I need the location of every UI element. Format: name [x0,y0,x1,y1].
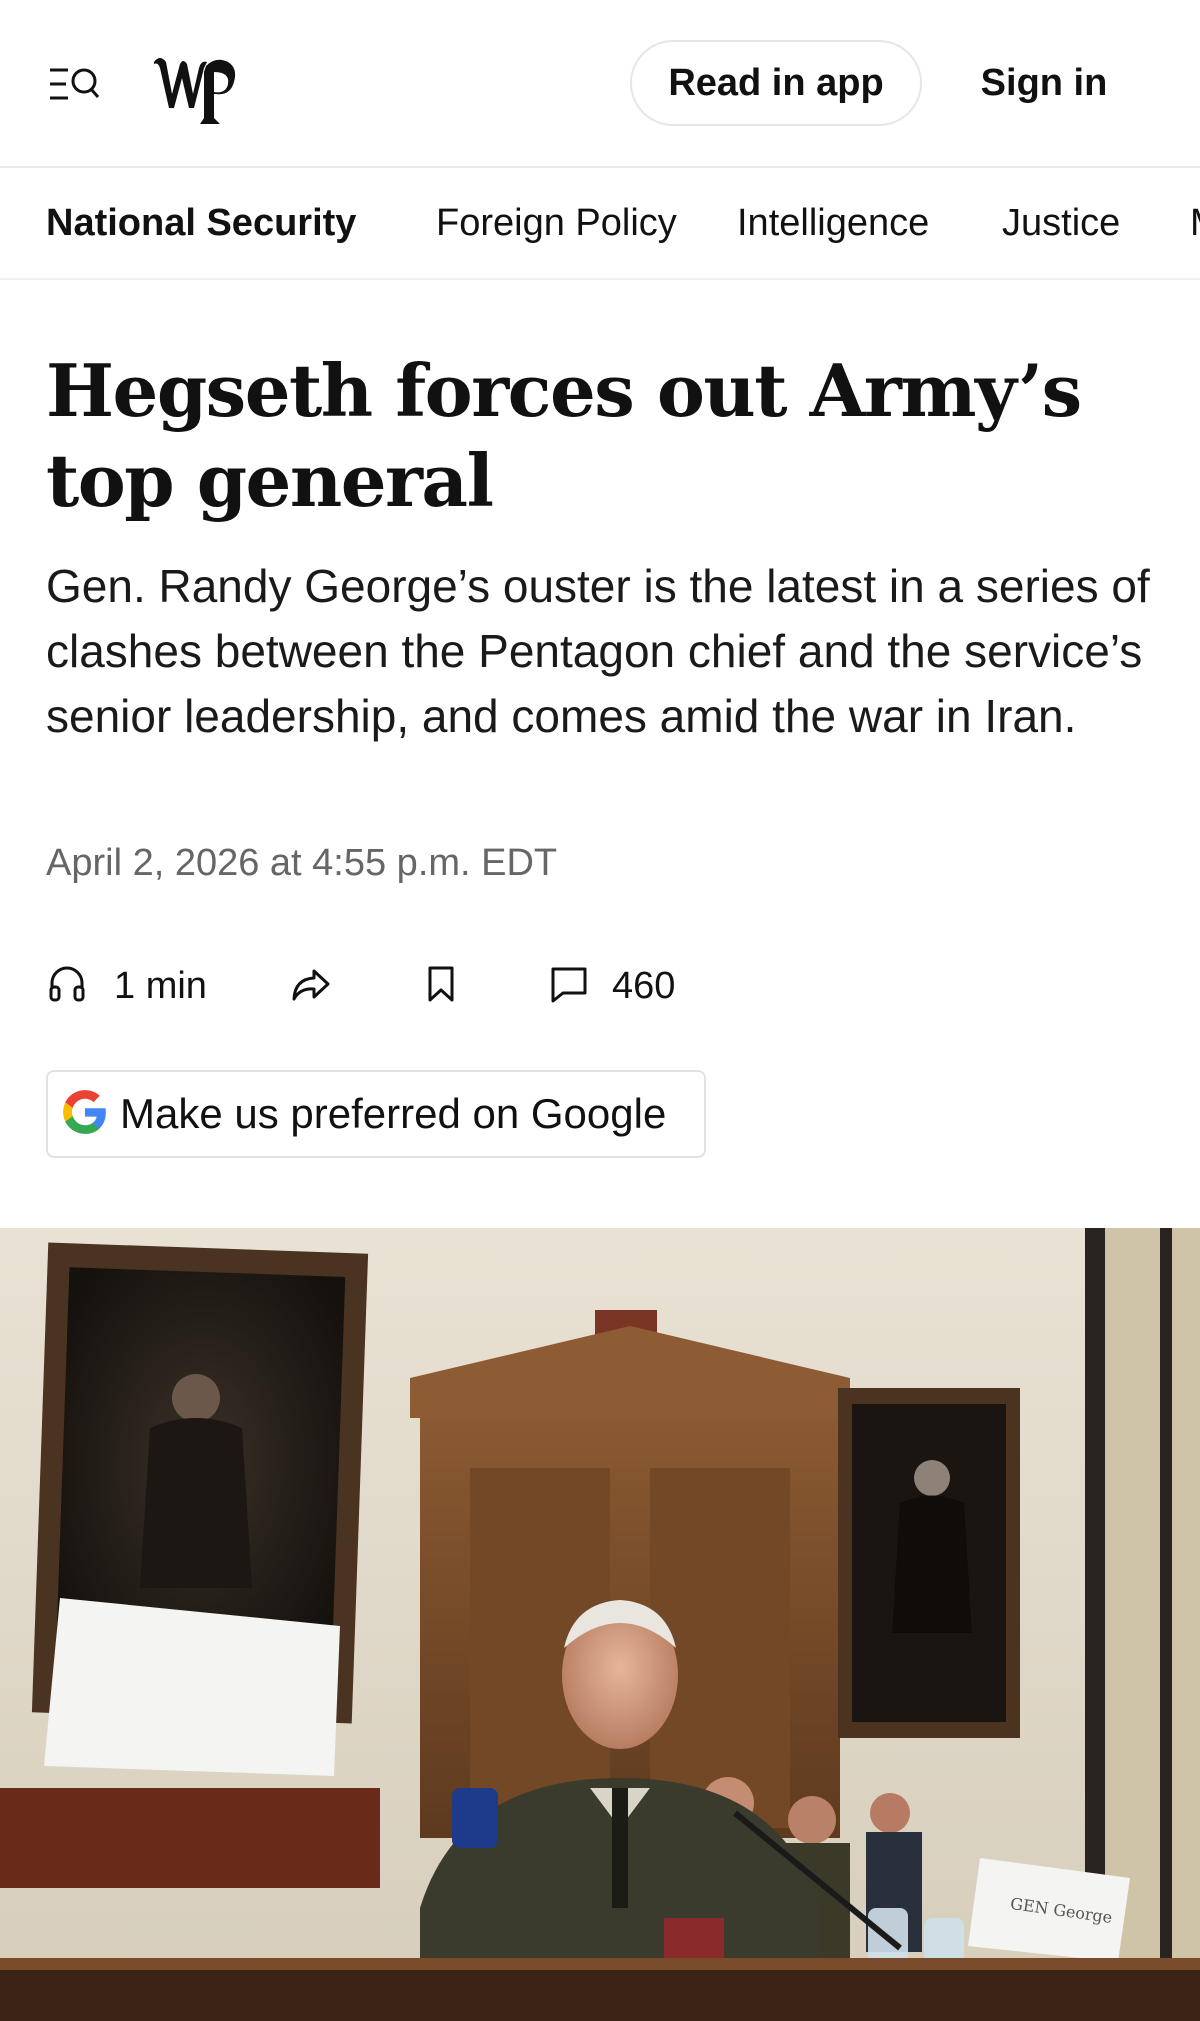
nav-item-intelligence[interactable]: Intelligence [737,168,929,278]
lead-photo[interactable]: GEN George [0,1228,1200,2021]
article-timestamp: April 2, 2026 at 4:55 p.m. EDT [46,842,558,884]
headphones-icon [46,963,88,1010]
nav-item-national-security[interactable]: National Security [46,168,356,278]
share-icon [290,963,332,1010]
section-nav: National Security Foreign Policy Intelli… [0,168,1200,280]
nav-item-justice[interactable]: Justice [1002,168,1120,278]
google-preferred-label: Make us preferred on Google [120,1090,667,1137]
nav-item-overflow[interactable]: M [1190,168,1200,278]
comment-icon [548,963,590,1010]
listen-duration: 1 min [114,964,207,1007]
article-headline: Hegseth forces out Army’s top general [46,348,1082,523]
save-button[interactable] [420,956,462,1016]
google-g-icon [48,1087,110,1142]
washington-post-logo[interactable] [150,44,240,124]
article-dek: Gen. Randy George’s ouster is the latest… [46,560,1150,742]
share-button[interactable] [290,956,332,1016]
comments-button[interactable]: 460 [548,956,675,1016]
nav-item-foreign-policy[interactable]: Foreign Policy [436,168,677,278]
article-actions: 1 min 460 [46,956,1046,1016]
comment-count: 460 [612,964,676,1007]
listen-button[interactable]: 1 min [46,956,207,1016]
sign-in-link[interactable]: Sign in [964,40,1124,126]
menu-search-icon[interactable] [48,64,100,104]
google-preferred-button[interactable]: Make us preferred on Google [46,1070,706,1158]
read-in-app-button[interactable]: Read in app [630,40,922,126]
top-bar: Read in app Sign in [0,0,1200,168]
bookmark-icon [420,963,462,1010]
